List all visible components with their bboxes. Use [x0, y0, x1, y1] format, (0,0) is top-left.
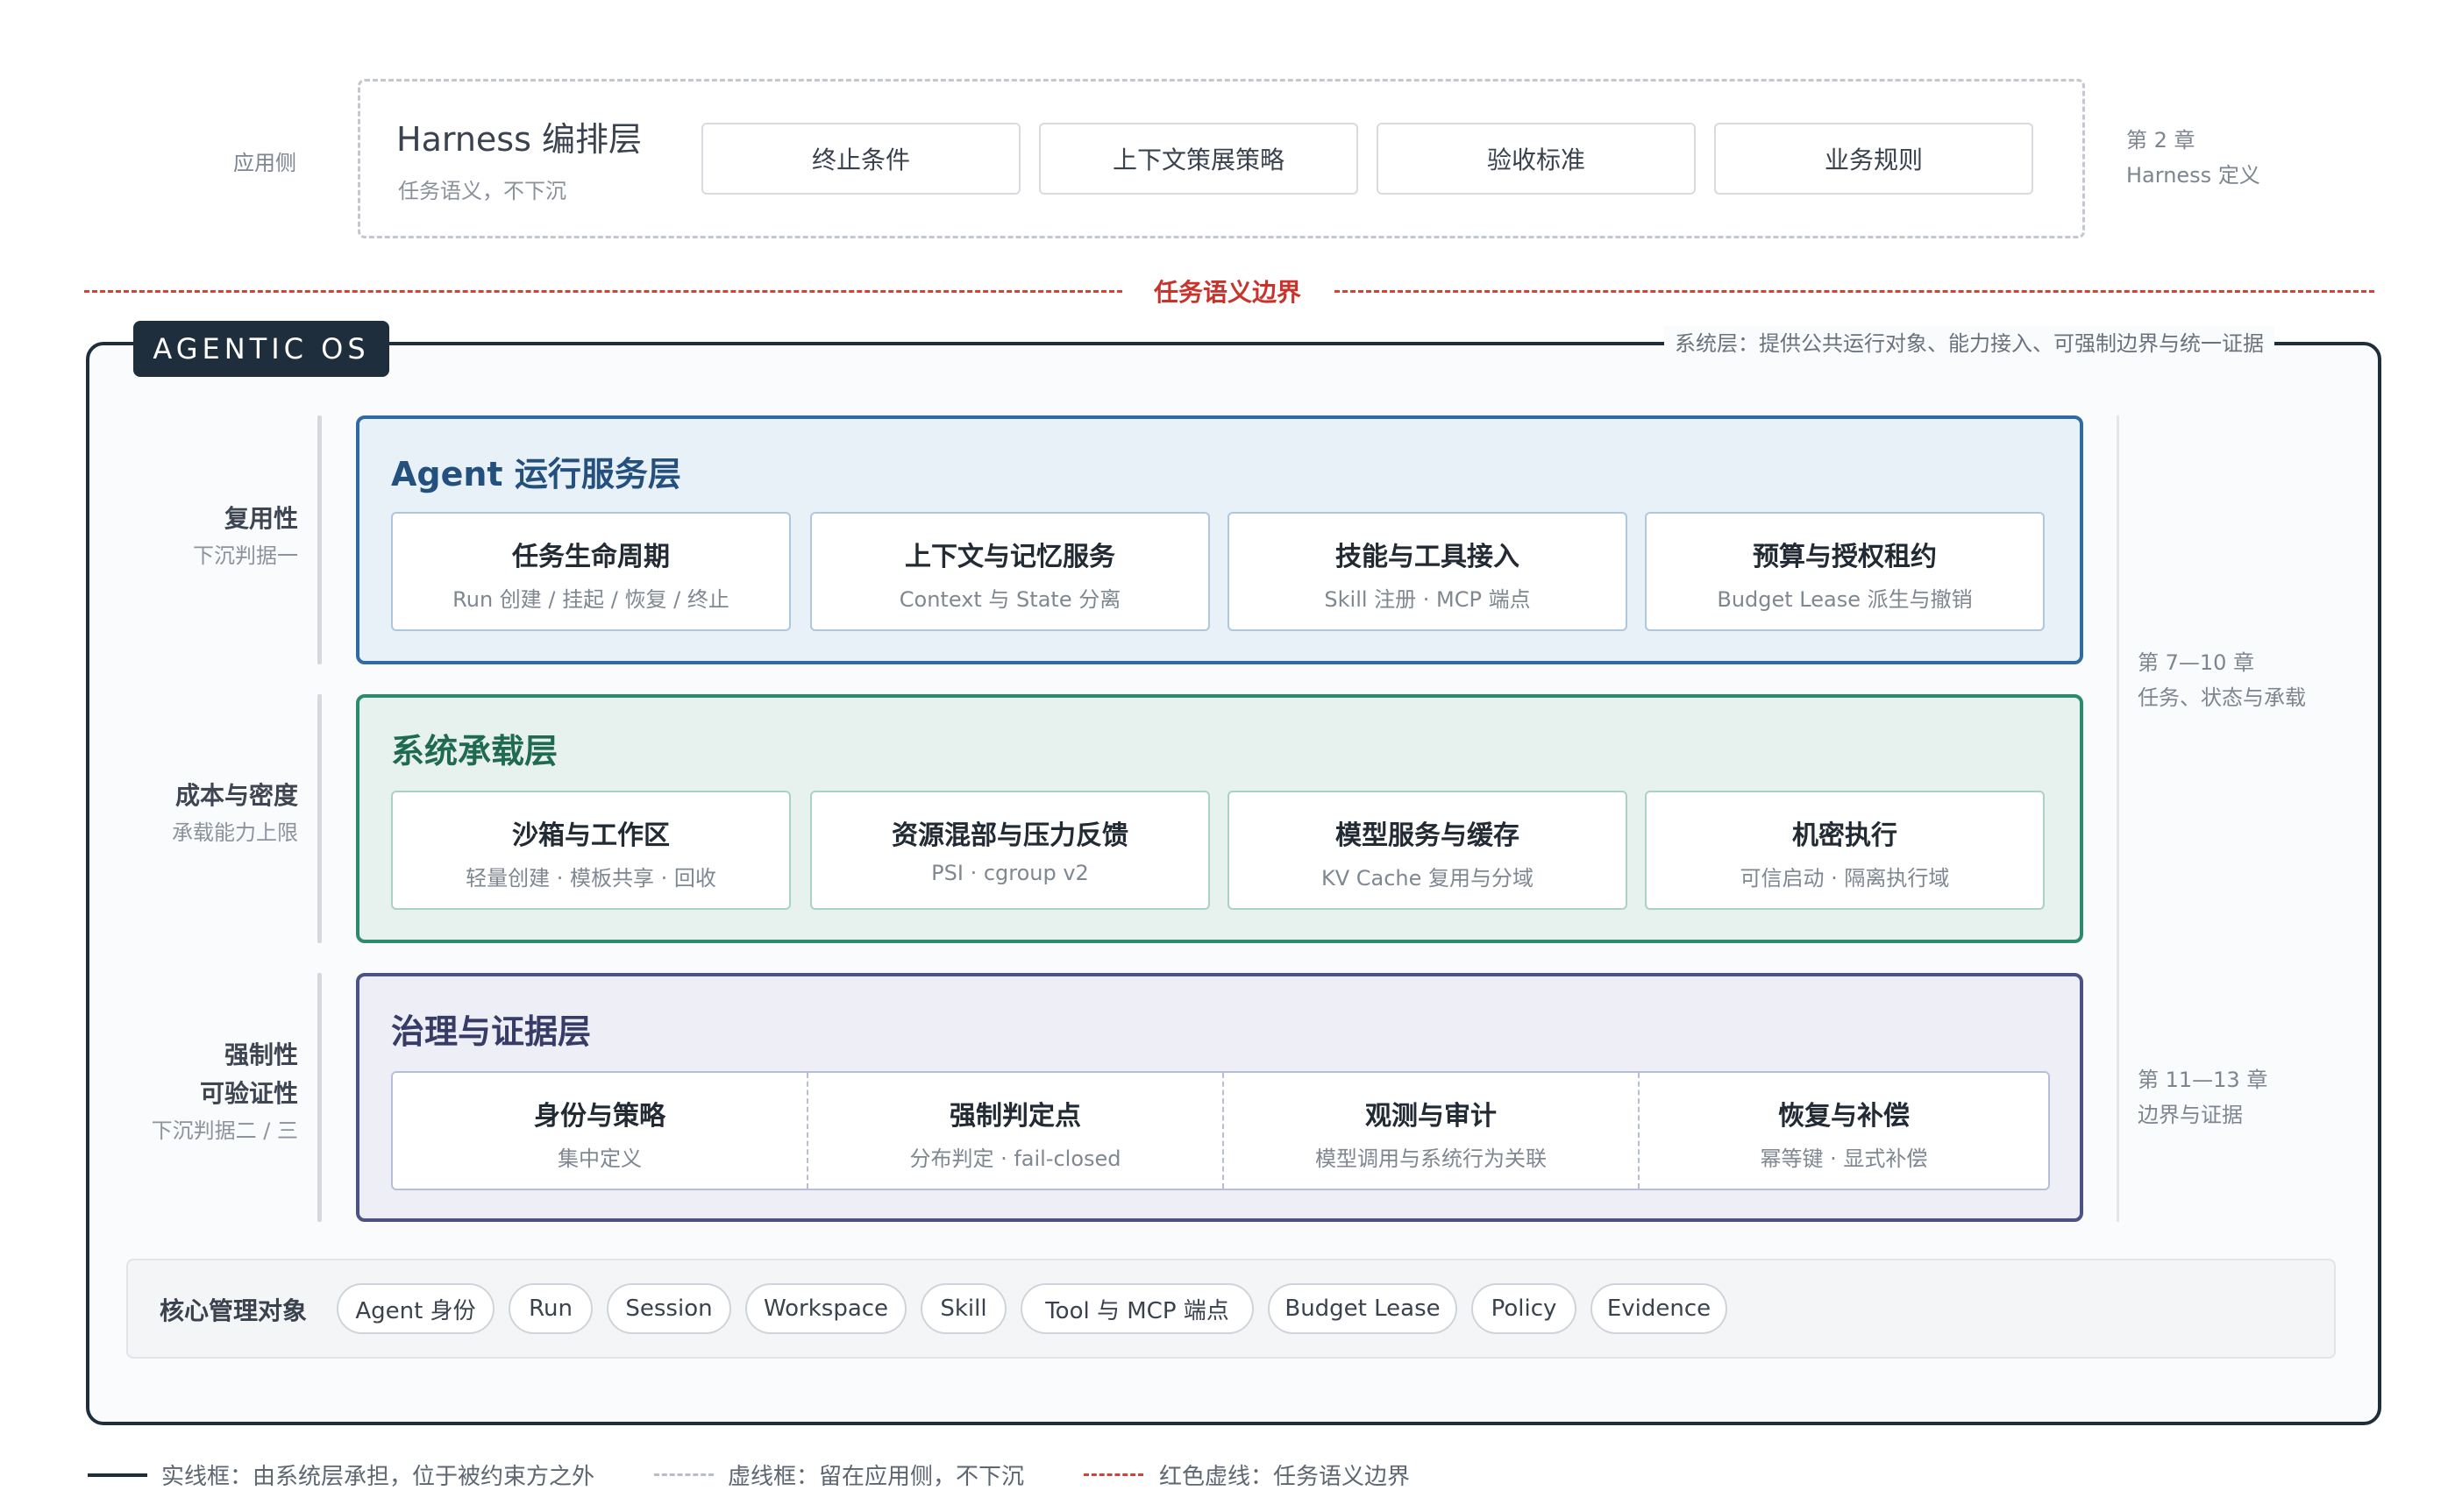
criterion-cost-density: 成本与密度 承载能力上限 [172, 777, 298, 850]
legend-dashed-text: 虚线框：留在应用侧，不下沉 [728, 1464, 1025, 1490]
criterion-title: 复用性 [224, 504, 298, 533]
app-side-label: 应用侧 [233, 151, 296, 175]
layer-title: 治理与证据层 [391, 1012, 592, 1051]
card-sub: 幂等键 · 显式补偿 [1760, 1146, 1928, 1171]
card-title: 沙箱与工作区 [512, 820, 670, 851]
core-object-pill: Skill [921, 1283, 1007, 1334]
card-title: 观测与审计 [1365, 1101, 1497, 1132]
card-title: 身份与策略 [534, 1101, 665, 1132]
layer-title: Agent 运行服务层 [391, 455, 681, 493]
card-sub: KV Cache 复用与分域 [1320, 866, 1534, 891]
card-confidential-exec: 机密执行 可信启动 · 隔离执行域 [1645, 791, 2045, 910]
card-sub: 可信启动 · 隔离执行域 [1740, 866, 1950, 891]
card-sub: 集中定义 [558, 1146, 642, 1171]
criterion-enforceability: 强制性 可验证性 下沉判据二 / 三 [152, 1036, 298, 1148]
card-budget-lease: 预算与授权租约 Budget Lease 派生与撤销 [1645, 512, 2045, 631]
card-sandbox-workspace: 沙箱与工作区 轻量创建 · 模板共享 · 回收 [391, 791, 791, 910]
layer-title: 系统承载层 [391, 732, 559, 770]
chapter-ref-line: 第 7—10 章 [2138, 650, 2255, 675]
card-title: 恢复与补偿 [1778, 1101, 1910, 1132]
harness-chip-termination: 终止条件 [701, 123, 1021, 195]
card-sub: Skill 注册 · MCP 端点 [1324, 587, 1531, 612]
system-layer-note: 系统层：提供公共运行对象、能力接入、可强制边界与统一证据 [1664, 326, 2274, 357]
core-object-pill: Session [607, 1283, 731, 1334]
chapter-ref-line: 第 11—13 章 [2138, 1068, 2268, 1092]
boundary-label: 任务语义边界 [1154, 278, 1302, 307]
core-object-pill: Run [509, 1283, 593, 1334]
chapter-ref-11-13: 第 11—13 章 边界与证据 [2138, 1062, 2267, 1132]
core-object-pill: Agent 身份 [337, 1283, 495, 1334]
card-sub: 模型调用与系统行为关联 [1315, 1146, 1547, 1171]
card-resource-colocation: 资源混部与压力反馈 PSI · cgroup v2 [810, 791, 1210, 910]
legend-solid-line [88, 1473, 147, 1477]
harness-chapter-ref: 第 2 章 Harness 定义 [2126, 123, 2260, 193]
core-object-pill: Policy [1471, 1283, 1576, 1334]
chapter-ref-line: 边界与证据 [2138, 1103, 2243, 1127]
card-title: 上下文与记忆服务 [905, 542, 1115, 572]
legend-red-text: 红色虚线：任务语义边界 [1159, 1464, 1411, 1490]
legend-red-line [1084, 1473, 1143, 1476]
card-title: 任务生命周期 [512, 542, 670, 572]
criterion-title: 强制性 [224, 1040, 298, 1069]
agentic-os-tag: AGENTIC OS [133, 321, 389, 377]
card-context-memory: 上下文与记忆服务 Context 与 State 分离 [810, 512, 1210, 631]
core-objects-label: 核心管理对象 [160, 1296, 308, 1325]
harness-chip-context-curation: 上下文策展策略 [1039, 123, 1358, 195]
card-title: 机密执行 [1792, 820, 1897, 851]
criterion-sub: 下沉判据二 / 三 [151, 1118, 298, 1143]
card-model-serving: 模型服务与缓存 KV Cache 复用与分域 [1228, 791, 1627, 910]
core-object-pill: Evidence [1590, 1283, 1727, 1334]
harness-chip-business-rules: 业务规则 [1714, 123, 2033, 195]
harness-subtitle: 任务语义，不下沉 [398, 179, 566, 203]
chapter-bar [2117, 415, 2119, 1222]
card-title: 资源混部与压力反馈 [892, 820, 1128, 851]
card-recovery-compensation: 恢复与补偿 幂等键 · 显式补偿 [1640, 1073, 2048, 1189]
criterion-bar [317, 694, 322, 943]
criterion-sub: 下沉判据一 [193, 543, 298, 568]
card-title: 强制判定点 [950, 1101, 1081, 1132]
criterion-bar [317, 415, 322, 664]
card-title: 预算与授权租约 [1753, 542, 1937, 572]
criterion-sub: 承载能力上限 [172, 820, 298, 845]
criterion-reusability: 复用性 下沉判据一 [193, 500, 298, 573]
card-sub: PSI · cgroup v2 [931, 861, 1089, 885]
card-sub: 分布判定 · fail-closed [909, 1146, 1121, 1171]
legend-solid-text: 实线框：由系统层承担，位于被约束方之外 [161, 1464, 595, 1490]
core-object-pill: Workspace [745, 1283, 907, 1334]
card-sub: 轻量创建 · 模板共享 · 回收 [466, 866, 716, 891]
core-object-pill: Tool 与 MCP 端点 [1021, 1283, 1254, 1334]
harness-chip-acceptance: 验收标准 [1377, 123, 1696, 195]
core-object-pill: Budget Lease [1268, 1283, 1457, 1334]
governance-strip: 身份与策略 集中定义 强制判定点 分布判定 · fail-closed 观测与审… [391, 1071, 2050, 1190]
card-observe-audit: 观测与审计 模型调用与系统行为关联 [1224, 1073, 1638, 1189]
legend-dashed-line [654, 1473, 714, 1476]
card-identity-policy: 身份与策略 集中定义 [393, 1073, 807, 1189]
card-sub: Context 与 State 分离 [899, 587, 1121, 612]
chapter-ref-line: 任务、状态与承载 [2138, 685, 2306, 710]
boundary-line-left [84, 290, 1122, 293]
card-title: 技能与工具接入 [1335, 542, 1519, 572]
card-enforcement-point: 强制判定点 分布判定 · fail-closed [808, 1073, 1222, 1189]
card-skills-tools: 技能与工具接入 Skill 注册 · MCP 端点 [1228, 512, 1627, 631]
harness-ref-chapter: 第 2 章 [2126, 128, 2195, 153]
card-title: 模型服务与缓存 [1335, 820, 1519, 851]
card-task-lifecycle: 任务生命周期 Run 创建 / 挂起 / 恢复 / 终止 [391, 512, 791, 631]
criterion-title: 成本与密度 [174, 781, 298, 810]
criterion-title: 可验证性 [199, 1079, 298, 1108]
card-sub: Budget Lease 派生与撤销 [1717, 587, 1973, 612]
criterion-bar [317, 973, 322, 1222]
chapter-ref-7-10: 第 7—10 章 任务、状态与承载 [2138, 645, 2306, 715]
card-sub: Run 创建 / 挂起 / 恢复 / 终止 [452, 587, 729, 612]
boundary-line-right [1334, 290, 2374, 293]
harness-title: Harness 编排层 [396, 120, 642, 159]
harness-ref-desc: Harness 定义 [2126, 163, 2260, 188]
